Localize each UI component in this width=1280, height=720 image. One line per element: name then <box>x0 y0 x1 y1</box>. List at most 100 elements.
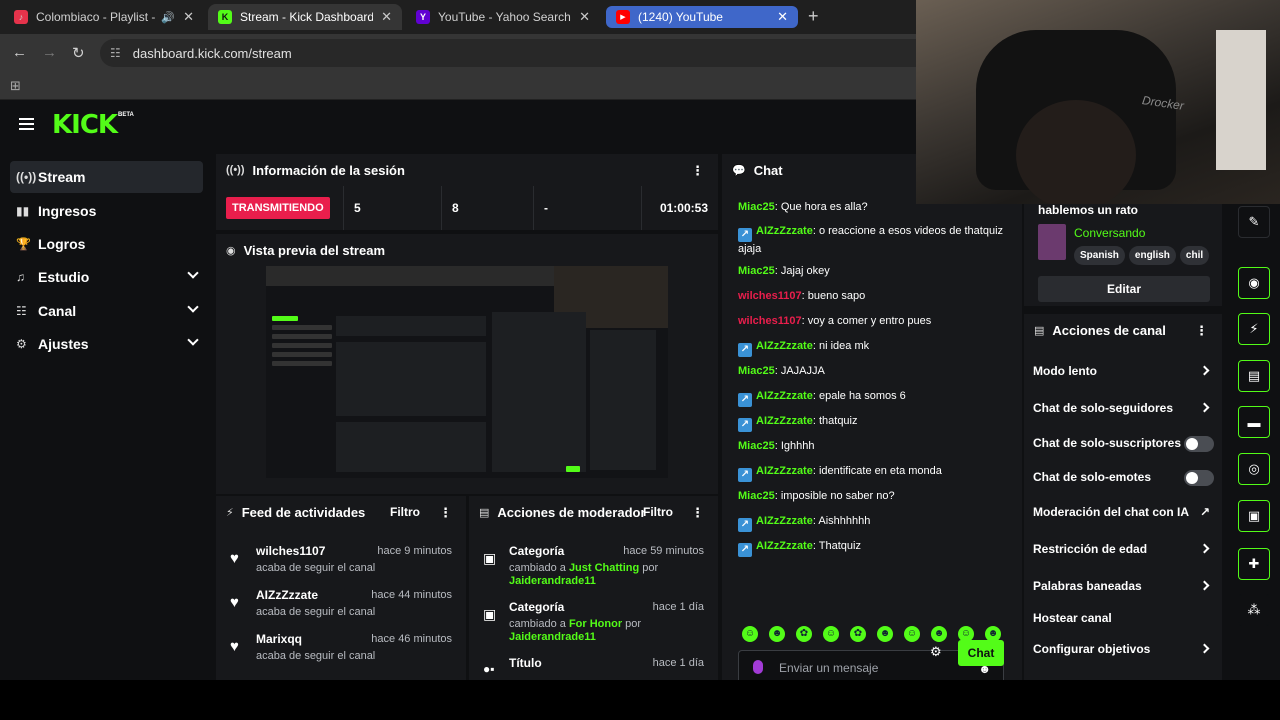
chat-username[interactable]: Miac25 <box>738 490 775 502</box>
reload-icon[interactable]: ↻ <box>72 44 85 62</box>
stat-placeholder: - <box>534 186 642 230</box>
channel-action-item[interactable]: Modo lento <box>1024 364 1218 388</box>
stream-preview-video[interactable] <box>266 266 668 478</box>
chat-input-placeholder: Enviar un mensaje <box>779 661 879 675</box>
forward-icon[interactable]: → <box>42 44 57 61</box>
document-icon[interactable]: ▤ <box>1238 360 1270 392</box>
emote-icon[interactable]: ☻ <box>931 626 947 642</box>
channel-action-item[interactable]: Chat de solo-emotes <box>1024 470 1218 494</box>
channel-action-item[interactable]: Hostear canal <box>1024 611 1218 635</box>
sidebar-item-ingresos[interactable]: ▮▮ Ingresos <box>10 195 203 227</box>
emote-icon[interactable]: ☻ <box>769 626 785 642</box>
chat-username[interactable]: AIZzZzzate <box>756 515 813 527</box>
chat-username[interactable]: AIZzZzzate <box>756 340 813 352</box>
chat-message: ↗ AIZzZzzate: o reaccione a esos videos d… <box>738 224 1008 257</box>
channel-action-item[interactable]: Palabras baneadas <box>1024 579 1218 603</box>
emote-icon[interactable]: ☺ <box>742 626 758 642</box>
menu-icon[interactable] <box>19 118 34 130</box>
feed-time: hace 9 minutos <box>377 545 452 557</box>
close-tab-icon[interactable]: ✕ <box>381 9 392 25</box>
close-tab-icon[interactable]: ✕ <box>579 9 590 25</box>
more-options-icon[interactable]: ⋮ <box>439 505 452 521</box>
microphone-icon[interactable] <box>753 660 763 674</box>
new-tab-icon[interactable]: + <box>808 6 819 27</box>
panel-header: ((•)) Información de la sesión <box>216 154 718 186</box>
toggle-switch[interactable] <box>1184 470 1214 486</box>
browser-tab-yahoo[interactable]: Y YouTube - Yahoo Search Result ✕ <box>406 4 600 30</box>
sidebar-item-ajustes[interactable]: ⚙ Ajustes <box>10 328 203 360</box>
feed-username[interactable]: wilches1107 <box>256 544 325 558</box>
channel-action-item[interactable]: Configurar objetivos <box>1024 642 1218 666</box>
close-tab-icon[interactable]: ✕ <box>777 9 788 25</box>
send-chat-button[interactable]: Chat <box>958 640 1004 666</box>
chat-settings-icon[interactable]: ⚙ <box>930 644 942 660</box>
layout-icon[interactable]: ▣ <box>1238 500 1270 532</box>
toggle-switch[interactable] <box>1184 436 1214 452</box>
channel-action-item[interactable]: Moderación del chat con IA ↗ <box>1024 505 1218 529</box>
chat-bubble-icon[interactable]: ▬ <box>1238 406 1270 438</box>
tag: english <box>1128 246 1176 265</box>
chat-username[interactable]: wilches1107 <box>738 290 802 302</box>
chat-username[interactable]: Miac25 <box>738 265 775 277</box>
trophy-icon: 🏆 <box>16 237 31 251</box>
moderator-badge-icon: ↗ <box>738 393 752 407</box>
channel-action-item[interactable]: Chat de solo-seguidores <box>1024 401 1218 425</box>
chat-text: thatquiz <box>818 415 858 427</box>
stream-category[interactable]: Conversando <box>1074 226 1145 240</box>
speaker-icon[interactable]: 🔊 <box>161 11 175 24</box>
more-options-icon[interactable]: ⋮ <box>691 505 704 521</box>
chat-username[interactable]: AIZzZzzate <box>756 465 813 477</box>
close-tab-icon[interactable]: ✕ <box>183 9 194 25</box>
pencil-icon[interactable]: ✎ <box>1238 206 1270 238</box>
chat-username[interactable]: Miac25 <box>738 440 775 452</box>
chat-username[interactable]: AIZzZzzate <box>756 540 813 552</box>
chat-message: wilches1107: voy a comer y entro pues <box>738 314 1008 329</box>
feed-username[interactable]: Marixqq <box>256 632 302 646</box>
feed-filter-button[interactable]: Filtro <box>390 505 420 519</box>
emote-icon[interactable]: ☺ <box>823 626 839 642</box>
gear-icon: ⚙ <box>16 337 27 351</box>
sidebar-item-logros[interactable]: 🏆 Logros <box>10 228 203 260</box>
kick-logo[interactable]: KICK <box>52 110 118 140</box>
more-options-icon[interactable]: ⋮ <box>1195 323 1208 339</box>
heart-icon: ♥ <box>230 550 239 567</box>
sidebar-item-canal[interactable]: ☷ Canal <box>10 295 203 327</box>
site-settings-icon[interactable]: ☷ <box>110 46 121 60</box>
chat-panel: 💬 Chat Miac25: Que hora es alla? ↗ AIZzZzz… <box>722 154 1022 686</box>
wrench-icon[interactable]: ✚ <box>1238 548 1270 580</box>
browser-tab-youtube[interactable]: ▶ (1240) YouTube ✕ <box>606 6 798 28</box>
tag: chil <box>1179 246 1210 265</box>
channel-action-item[interactable]: Restricción de edad <box>1024 542 1218 566</box>
emote-icon[interactable]: ☻ <box>877 626 893 642</box>
music-favicon-icon: ♪ <box>14 10 28 24</box>
sidebar-item-estudio[interactable]: ♫ Estudio <box>10 261 203 293</box>
bolt-icon[interactable]: ⚡ <box>1238 313 1270 345</box>
chat-username[interactable]: AIZzZzzate <box>756 225 813 237</box>
chat-username[interactable]: wilches1107 <box>738 315 802 327</box>
back-icon[interactable]: ← <box>12 44 27 61</box>
edit-stream-button[interactable]: Editar <box>1038 276 1210 302</box>
address-bar[interactable]: ☷ dashboard.kick.com/stream <box>100 39 930 67</box>
chat-message: wilches1107: bueno sapo <box>738 289 1008 304</box>
emote-icon[interactable]: ✿ <box>796 626 812 642</box>
browser-tab-kick[interactable]: K Stream - Kick Dashboard ✕ <box>208 4 402 30</box>
broadcast-icon[interactable]: ◎ <box>1238 453 1270 485</box>
chat-username[interactable]: AIZzZzzate <box>756 415 813 427</box>
chat-username[interactable]: Miac25 <box>738 201 775 213</box>
emote-icon[interactable]: ☺ <box>904 626 920 642</box>
mod-filter-button[interactable]: Filtro <box>643 505 673 519</box>
emote-icon[interactable]: ✿ <box>850 626 866 642</box>
apps-grid-icon[interactable]: ⊞ <box>10 78 21 94</box>
more-options-icon[interactable]: ⋮ <box>691 163 704 179</box>
feed-username[interactable]: AIZzZzzate <box>256 588 318 602</box>
chat-username[interactable]: AIZzZzzate <box>756 390 813 402</box>
browser-tab-playlist[interactable]: ♪ Colombiaco - Playlist - App 🔊 ✕ <box>4 4 204 30</box>
channel-action-item[interactable]: Chat de solo-suscriptores <box>1024 436 1218 460</box>
title-icon: ●▪ <box>483 662 495 676</box>
mod-action-time: hace 1 día <box>652 601 704 613</box>
camera-icon[interactable]: ◉ <box>1238 267 1270 299</box>
sidebar-item-stream[interactable]: ((•)) Stream <box>10 161 203 193</box>
share-icon[interactable]: ⁂ <box>1238 594 1270 626</box>
preview-actions <box>590 330 656 470</box>
chat-username[interactable]: Miac25 <box>738 365 775 377</box>
